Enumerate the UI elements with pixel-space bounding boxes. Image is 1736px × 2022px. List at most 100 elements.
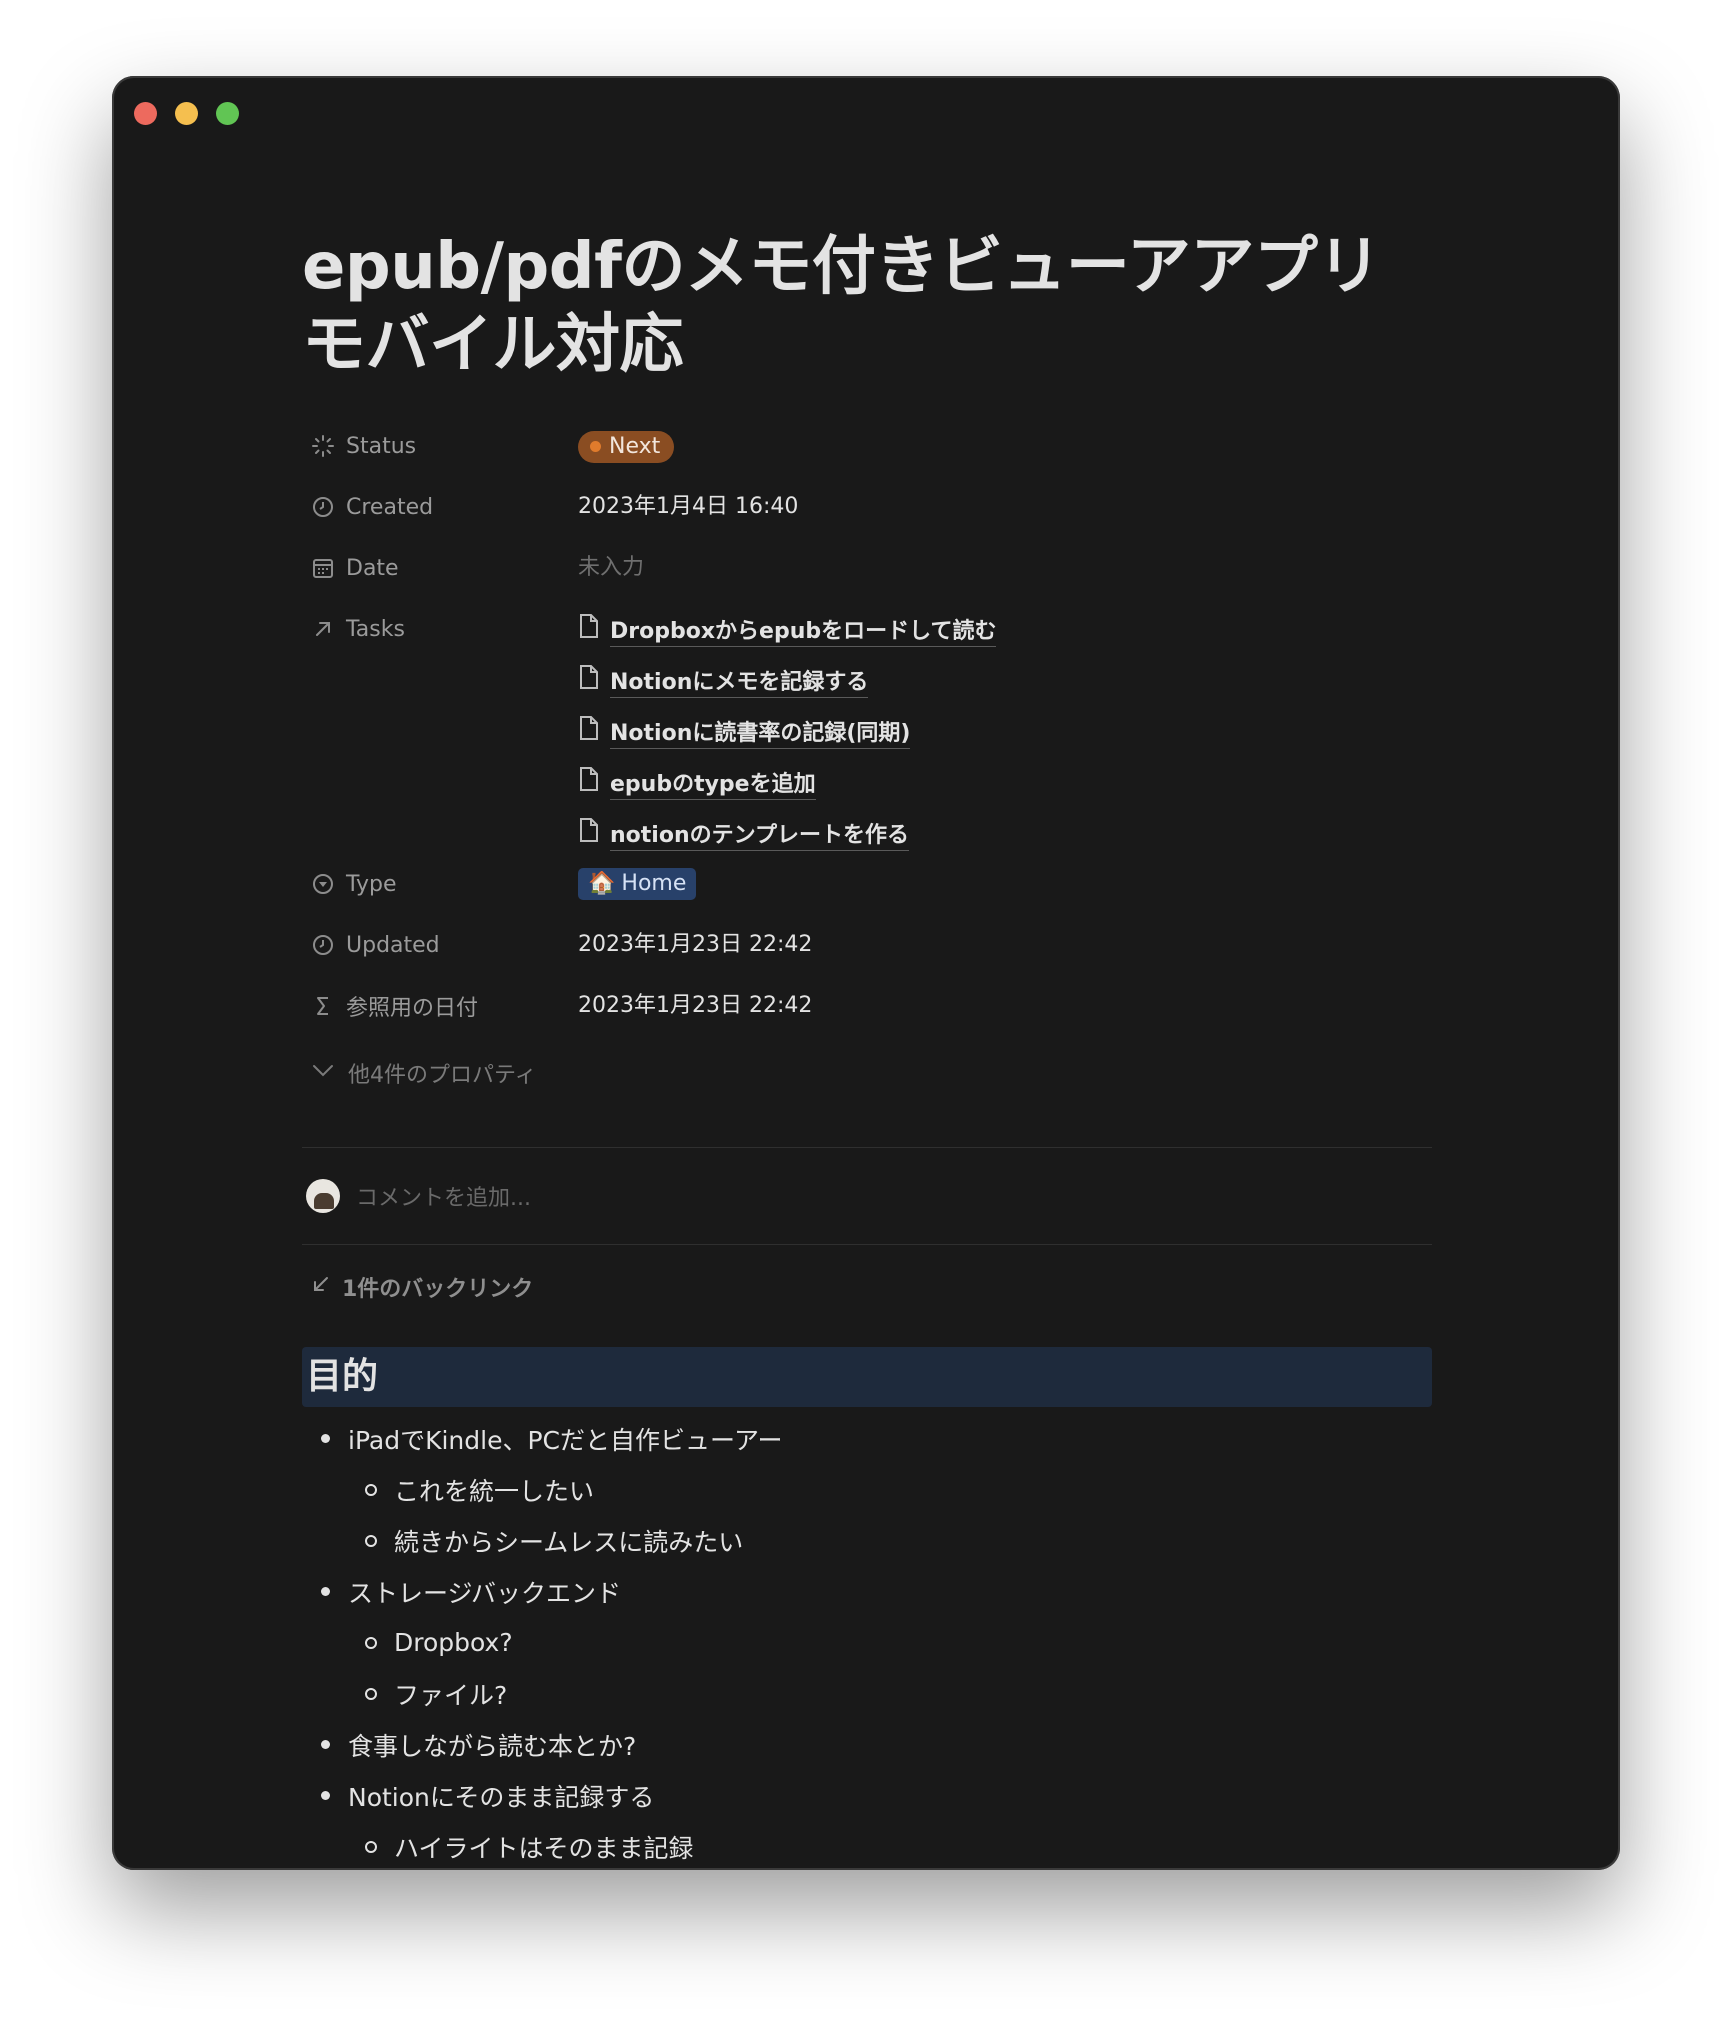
property-value-status[interactable]: Next — [578, 424, 675, 468]
list-item-text: ストレージバックエンド — [348, 1578, 622, 1608]
bullet-icon — [348, 1636, 394, 1649]
backlinks-label: 1件のバックリンク — [342, 1277, 534, 1302]
page-icon — [578, 815, 600, 859]
close-window-button[interactable] — [134, 102, 157, 125]
page-content: epub/pdfのメモ付きビューアアプリ モバイル対応 Status Next … — [302, 228, 1432, 1870]
bullet-icon — [302, 1791, 348, 1800]
arrow-up-right-icon — [310, 616, 336, 642]
property-value-updated: 2023年1月23日 22:42 — [578, 932, 813, 957]
property-label: Type — [346, 871, 397, 897]
list-item[interactable]: Dropbox? — [302, 1617, 1432, 1668]
bullet-icon — [348, 1534, 394, 1547]
list-item-text: Dropbox? — [394, 1628, 513, 1657]
property-reference-date: 参照用の日付 2023年1月23日 22:42 — [302, 984, 1432, 1045]
property-updated: Updated 2023年1月23日 22:42 — [302, 923, 1432, 984]
property-label: 参照用の日付 — [346, 996, 479, 1021]
list-item[interactable]: ハイライトはそのまま記録 — [302, 1821, 1432, 1870]
list-item[interactable]: ストレージバックエンド — [302, 1566, 1432, 1617]
property-created: Created 2023年1月4日 16:40 — [302, 485, 1432, 546]
property-value-created: 2023年1月4日 16:40 — [578, 494, 799, 519]
property-date: Date 未入力 — [302, 546, 1432, 607]
window-controls — [134, 102, 239, 125]
list-item-text: 食事しながら読む本とか? — [348, 1731, 637, 1761]
arrow-down-left-icon — [310, 1273, 332, 1301]
task-link[interactable]: notionのテンプレートを作る — [578, 811, 996, 862]
property-name-updated[interactable]: Updated — [302, 923, 578, 967]
list-item[interactable]: Notionにそのまま記録する — [302, 1770, 1432, 1821]
property-name-type[interactable]: Type — [302, 862, 578, 906]
property-label: Tasks — [346, 616, 405, 642]
bullet-icon — [302, 1587, 348, 1596]
page-icon — [578, 662, 600, 706]
more-properties-toggle[interactable]: 他4件のプロパティ — [302, 1045, 1432, 1101]
list-item[interactable]: ファイル? — [302, 1668, 1432, 1719]
task-link[interactable]: epubのtypeを追加 — [578, 760, 996, 811]
property-name-created[interactable]: Created — [302, 485, 578, 529]
property-label: Status — [346, 433, 417, 459]
property-tasks: Tasks Dropboxからepubをロードして読む Notionにメモを記録… — [302, 607, 1432, 862]
house-icon: 🏠 — [588, 871, 616, 896]
property-name-reference-date[interactable]: 参照用の日付 — [302, 984, 578, 1028]
list-item-text: 続きからシームレスに読みたい — [394, 1527, 744, 1557]
comment-input[interactable]: コメントを追加... — [356, 1180, 531, 1212]
app-window: epub/pdfのメモ付きビューアアプリ モバイル対応 Status Next … — [112, 76, 1620, 1870]
select-icon — [310, 871, 336, 897]
clock-icon — [310, 932, 336, 958]
task-label[interactable]: Notionに読書率の記録(同期) — [610, 720, 911, 749]
bullet-icon — [302, 1740, 348, 1749]
backlinks-toggle[interactable]: 1件のバックリンク — [302, 1251, 1432, 1323]
property-name-tasks[interactable]: Tasks — [302, 607, 578, 651]
maximize-window-button[interactable] — [216, 102, 239, 125]
page-icon — [578, 713, 600, 757]
type-badge-label: Home — [621, 871, 687, 896]
more-properties-label: 他4件のプロパティ — [348, 1063, 537, 1088]
page-icon — [578, 611, 600, 655]
property-value-date[interactable]: 未入力 — [578, 546, 644, 590]
task-label[interactable]: Notionにメモを記録する — [610, 669, 869, 698]
avatar — [306, 1179, 340, 1213]
task-label[interactable]: Dropboxからepubをロードして読む — [610, 618, 997, 647]
type-badge[interactable]: 🏠 Home — [578, 868, 697, 900]
bullet-icon — [348, 1687, 394, 1700]
status-icon — [310, 433, 336, 459]
list-item-text: Notionにそのまま記録する — [348, 1782, 655, 1812]
section-heading[interactable]: 目的 — [302, 1347, 1432, 1407]
list-item[interactable]: これを統一したい — [302, 1464, 1432, 1515]
list-item-text: ファイル? — [394, 1680, 508, 1710]
task-link[interactable]: Notionに読書率の記録(同期) — [578, 709, 996, 760]
divider — [302, 1244, 1432, 1245]
property-label: Created — [346, 494, 434, 520]
property-label: Date — [346, 555, 399, 581]
bullet-icon — [302, 1434, 348, 1443]
task-link[interactable]: Dropboxからepubをロードして読む — [578, 607, 997, 658]
bullet-list: iPadでKindle、PCだと自作ビューアー これを統一したい 続きからシーム… — [302, 1413, 1432, 1870]
property-label: Updated — [346, 932, 440, 958]
list-item[interactable]: 食事しながら読む本とか? — [302, 1719, 1432, 1770]
property-name-date[interactable]: Date — [302, 546, 578, 590]
calendar-icon — [310, 555, 336, 581]
bullet-icon — [348, 1840, 394, 1853]
property-value-tasks: Dropboxからepubをロードして読む Notionにメモを記録する Not… — [578, 607, 997, 862]
property-status: Status Next — [302, 424, 1432, 485]
properties-panel: Status Next Created 2023年1月4日 16:40 Date… — [302, 424, 1432, 1101]
property-value-type[interactable]: 🏠 Home — [578, 862, 697, 906]
list-item[interactable]: 続きからシームレスに読みたい — [302, 1515, 1432, 1566]
bullet-icon — [348, 1483, 394, 1496]
page-title[interactable]: epub/pdfのメモ付きビューアアプリ モバイル対応 — [302, 228, 1432, 384]
status-badge[interactable]: Next — [578, 430, 675, 463]
property-type: Type 🏠 Home — [302, 862, 1432, 923]
task-link[interactable]: Notionにメモを記録する — [578, 658, 996, 709]
status-dot-icon — [590, 441, 601, 452]
page-icon — [578, 764, 600, 808]
status-badge-label: Next — [609, 433, 661, 459]
list-item-text: iPadでKindle、PCだと自作ビューアー — [348, 1425, 783, 1455]
list-item-text: ハイライトはそのまま記録 — [394, 1833, 694, 1863]
chevron-down-icon — [310, 1058, 336, 1088]
task-label[interactable]: notionのテンプレートを作る — [610, 822, 909, 851]
property-name-status[interactable]: Status — [302, 424, 578, 468]
minimize-window-button[interactable] — [175, 102, 198, 125]
list-item-text: これを統一したい — [394, 1476, 595, 1506]
task-label[interactable]: epubのtypeを追加 — [610, 771, 816, 800]
list-item[interactable]: iPadでKindle、PCだと自作ビューアー — [302, 1413, 1432, 1464]
comment-composer[interactable]: コメントを追加... — [302, 1148, 1432, 1244]
